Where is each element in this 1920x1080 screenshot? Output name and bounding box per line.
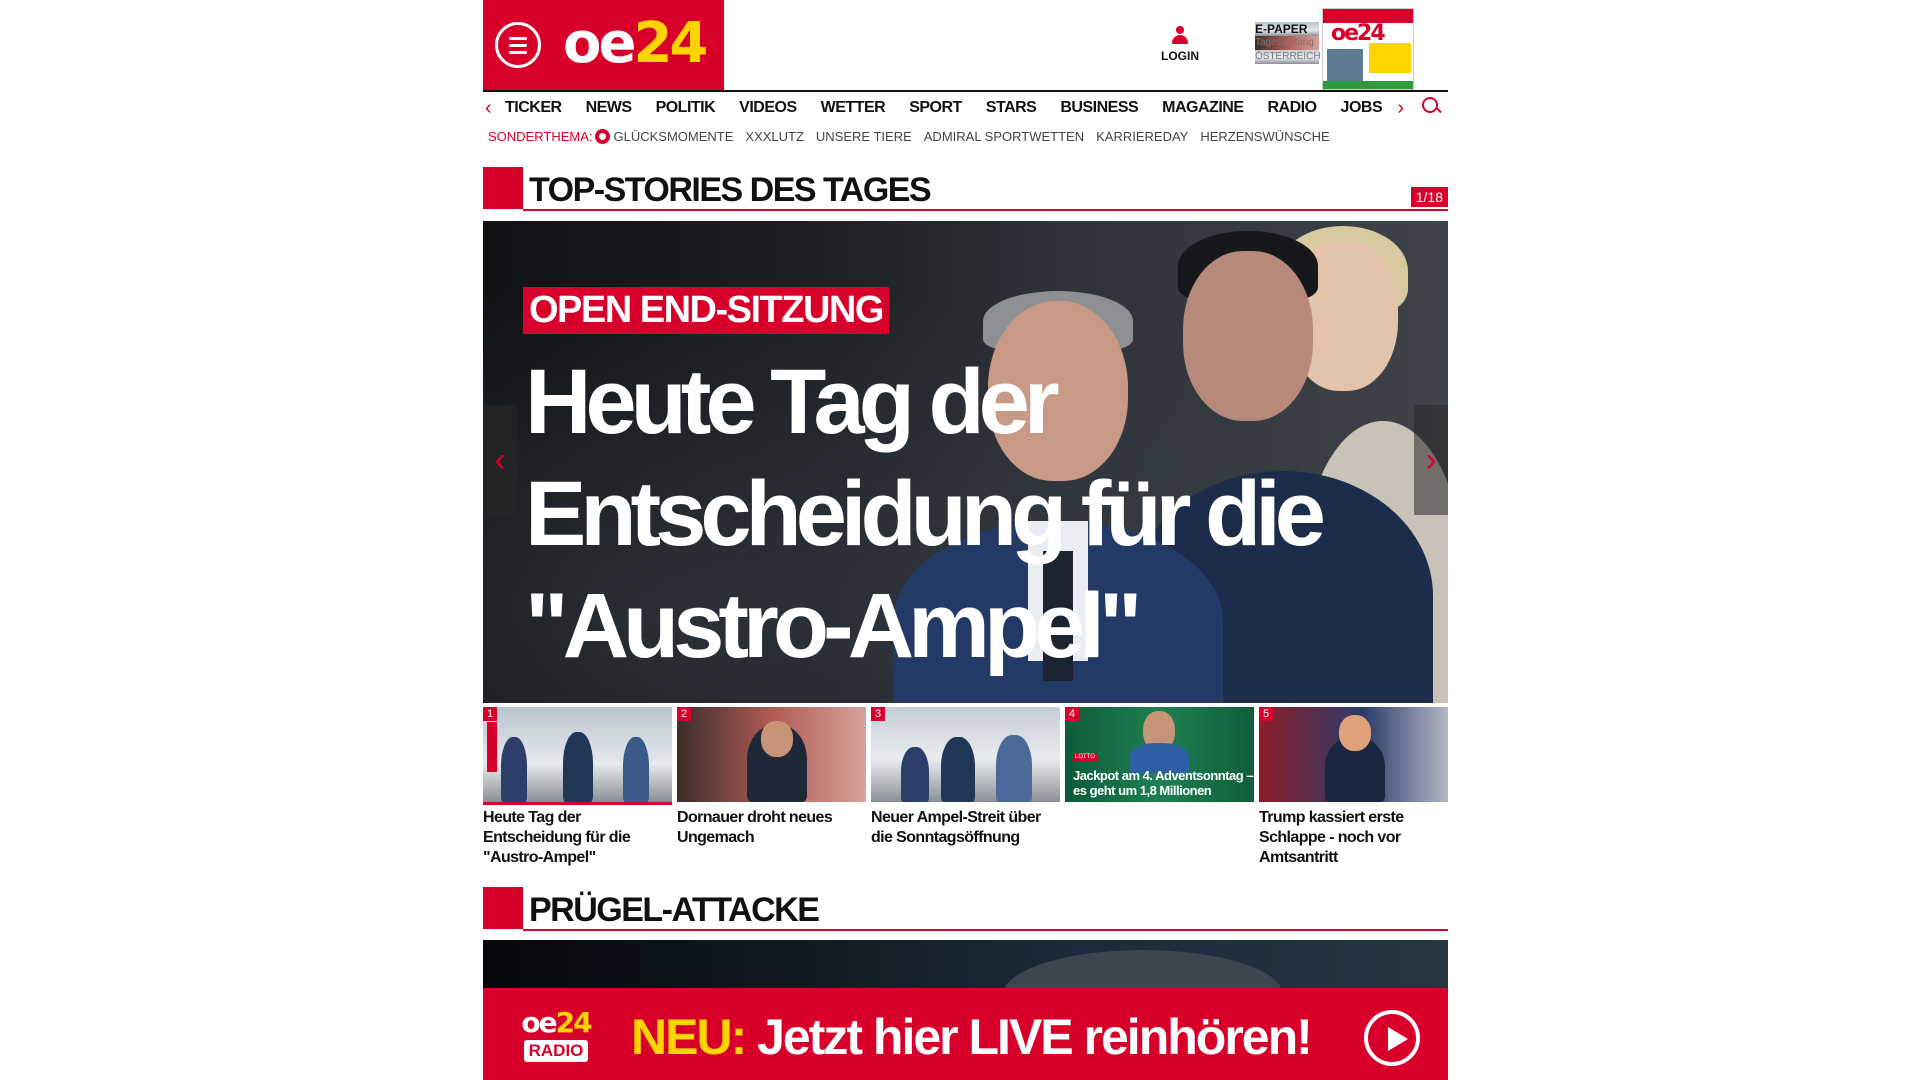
thumb-number: 5 [1259, 707, 1274, 721]
epaper-country: ÖSTERREICH [1255, 50, 1321, 64]
lotto-badge: LOTTO [1073, 753, 1097, 761]
logo-box[interactable]: oe24 [483, 0, 724, 90]
thumb-caption[interactable]: Heute Tag der Entscheidung für die "Aust… [483, 808, 672, 868]
sonderthema-item[interactable]: ADMIRAL SPORTWETTEN [924, 129, 1084, 144]
epaper-title: E-PAPER [1255, 22, 1319, 36]
login-button[interactable]: LOGIN [1155, 26, 1205, 63]
nav-divider [483, 90, 1448, 92]
sonderthema-item[interactable]: HERZENSWÜNSCHE [1200, 129, 1329, 144]
nav-next-arrow-icon[interactable]: › [1397, 97, 1404, 120]
nav-item-videos[interactable]: VIDEOS [739, 99, 797, 117]
sonderthema-label: SONDERTHEMA: [488, 129, 593, 144]
story-thumbnails: 1 Heute Tag der Entscheidung für die "Au… [483, 707, 1448, 868]
menu-icon[interactable] [495, 22, 541, 68]
section-title: TOP-STORIES DES TAGES [529, 171, 932, 209]
thumb-caption[interactable]: Dornauer droht neues Ungemach [677, 808, 866, 848]
hero-slide[interactable]: OPEN END-SITZUNG Heute Tag der Entscheid… [483, 221, 1448, 703]
story-thumb[interactable]: 5 Trump kassiert erste Schlappe - noch v… [1259, 707, 1448, 868]
epaper-subtitle: Tageszeitung [1255, 36, 1319, 50]
main-nav: ‹ TICKER NEWS POLITIK VIDEOS WETTER SPORT STAR… [483, 93, 1448, 125]
thumb-image [871, 707, 1060, 802]
nav-item-news[interactable]: NEWS [586, 99, 633, 117]
hero-kicker: OPEN END-SITZUNG [523, 287, 889, 334]
epaper-cover-image[interactable]: oe24 [1322, 8, 1414, 90]
search-icon[interactable] [1420, 96, 1442, 118]
slide-counter: 1/18 [1410, 187, 1448, 207]
thumb-number: 4 [1065, 707, 1080, 721]
thumb-number: 2 [677, 707, 692, 721]
story-thumb[interactable]: 2 Dornauer droht neues Ungemach [677, 707, 866, 868]
top-stories-header: TOP-STORIES DES TAGES 1/18 [483, 167, 1448, 211]
pruegel-attacke-header: PRÜGEL-ATTACKE [483, 887, 1448, 931]
nav-item-jobs[interactable]: JOBS [1341, 99, 1383, 117]
nav-item-magazine[interactable]: MAGAZINE [1162, 99, 1244, 117]
nav-item-sport[interactable]: SPORT [909, 99, 962, 117]
section-title: PRÜGEL-ATTACKE [529, 891, 820, 929]
site-logo[interactable]: oe24 [563, 12, 708, 76]
login-label: LOGIN [1161, 49, 1199, 63]
story-thumb[interactable]: 3 Neuer Ampel-Streit über die Sonntagsöf… [871, 707, 1060, 868]
user-icon [1171, 26, 1189, 46]
radio-banner-text: NEU: Jetzt hier LIVE reinhören! [631, 1009, 1313, 1065]
thumb-image [483, 707, 672, 802]
thumb-overlay-text: Jackpot am 4. Adventsonntag – es geht um… [1073, 768, 1254, 798]
radio-logo: oe24 RADIO [521, 1006, 593, 1062]
nav-item-stars[interactable]: STARS [986, 99, 1037, 117]
slider-prev-button[interactable]: ‹ [483, 405, 517, 515]
thumb-caption[interactable]: Neuer Ampel-Streit über die Sonntagsöffn… [871, 808, 1060, 848]
slider-next-button[interactable]: › [1414, 405, 1448, 515]
story-thumb[interactable]: 1 Heute Tag der Entscheidung für die "Au… [483, 707, 672, 868]
nav-item-business[interactable]: BUSINESS [1060, 99, 1138, 117]
thumb-number: 1 [483, 707, 498, 721]
sonderthema-item[interactable]: XXXLUTZ [745, 129, 804, 144]
nav-items: TICKER NEWS POLITIK VIDEOS WETTER SPORT STARS B… [505, 99, 1406, 117]
story-image[interactable] [483, 940, 1448, 988]
thumb-image: LOTTO Jackpot am 4. Adventsonntag – es g… [1065, 707, 1254, 802]
sonderthema-bar: SONDERTHEMA: GLÜCKSMOMENTE XXXLUTZ UNSERE … [488, 129, 1342, 144]
thumb-image [1259, 707, 1448, 802]
sonderthema-item[interactable]: GLÜCKSMOMENTE [614, 129, 734, 144]
thumb-image [677, 707, 866, 802]
nav-prev-arrow-icon[interactable]: ‹ [485, 97, 492, 120]
nav-item-ticker[interactable]: TICKER [505, 99, 562, 117]
sonderthema-item[interactable]: UNSERE TIERE [816, 129, 912, 144]
nav-item-politik[interactable]: POLITIK [656, 99, 716, 117]
hero-headline[interactable]: Heute Tag der Entscheidung für die "Aust… [525, 346, 1345, 682]
thumb-caption[interactable]: Trump kassiert erste Schlappe - noch vor… [1259, 808, 1448, 868]
thumb-number: 3 [871, 707, 886, 721]
story-thumb[interactable]: LOTTO Jackpot am 4. Adventsonntag – es g… [1065, 707, 1254, 868]
radio-banner[interactable]: oe24 RADIO NEU: Jetzt hier LIVE reinhöre… [483, 988, 1448, 1080]
epaper-link[interactable]: E-PAPER Tageszeitung ÖSTERREICH [1255, 22, 1321, 64]
clover-icon [594, 129, 610, 144]
sonderthema-item[interactable]: KARRIEREDAY [1096, 129, 1188, 144]
sonderthema-items: GLÜCKSMOMENTE XXXLUTZ UNSERE TIERE ADMIRAL … [614, 129, 1342, 144]
nav-item-wetter[interactable]: WETTER [821, 99, 886, 117]
play-icon[interactable] [1364, 1010, 1420, 1066]
nav-item-radio[interactable]: RADIO [1267, 99, 1317, 117]
